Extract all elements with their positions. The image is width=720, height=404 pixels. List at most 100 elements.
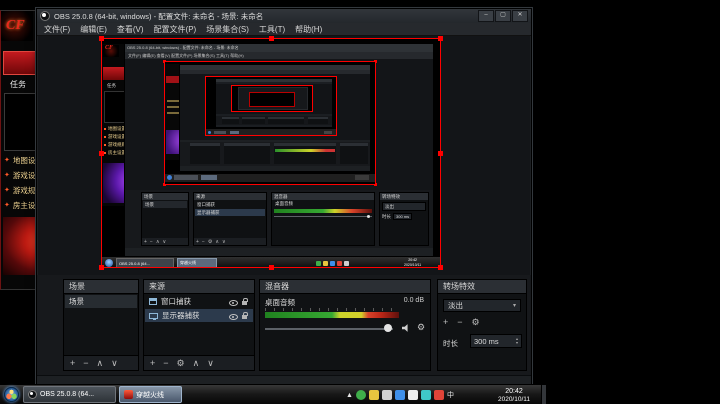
- remove-scene-button[interactable]: −: [83, 358, 88, 368]
- transition-select[interactable]: 淡出 ▾: [443, 299, 521, 312]
- obs-menubar: 文件(F) 编辑(E) 查看(V) 配置文件(P) 场景集合(S) 工具(T) …: [37, 23, 531, 36]
- sources-dock-header[interactable]: 来源: [144, 280, 254, 294]
- obs-titlebar[interactable]: OBS 25.0.8 (64-bit, windows) - 配置文件: 未命名…: [37, 9, 531, 23]
- spin-arrows-icon[interactable]: ▴ ▾: [516, 337, 518, 345]
- resize-handle[interactable]: [438, 151, 443, 156]
- speaker-icon[interactable]: [402, 324, 408, 332]
- obs-main-window: OBS 25.0.8 (64-bit, windows) - 配置文件: 未命名…: [36, 8, 532, 387]
- close-button[interactable]: ✕: [512, 10, 528, 22]
- source-up-button[interactable]: ∧: [193, 358, 200, 368]
- tray-security-icon[interactable]: [355, 390, 366, 400]
- scenes-toolbar: + − ∧ ∨: [64, 355, 138, 370]
- visibility-icon[interactable]: [229, 312, 238, 320]
- mixer-volume-slider-knob[interactable]: [384, 324, 392, 332]
- mixer-channel-label: 桌面音频: [265, 298, 295, 307]
- capture-game-menu: 地图设置: [104, 126, 126, 132]
- sources-toolbar: + − ⚙ ∧ ∨: [144, 355, 254, 370]
- capture-game-task-label: 任务: [107, 83, 116, 88]
- show-desktop-button[interactable]: [541, 385, 546, 404]
- remove-source-button[interactable]: −: [163, 358, 168, 368]
- source-properties-button[interactable]: ⚙: [177, 358, 185, 368]
- tray-network-icon[interactable]: [420, 390, 431, 400]
- capture-cf-logo: CF: [103, 45, 119, 57]
- source-display-capture[interactable]: 显示器捕获: [145, 309, 253, 322]
- transition-properties-button[interactable]: ⚙: [472, 317, 480, 328]
- source-window-capture[interactable]: 窗口捕获: [145, 295, 253, 308]
- resize-handle[interactable]: [269, 36, 274, 41]
- cf-logo-text: CF: [6, 18, 25, 33]
- cf-logo-icon: CF: [1, 11, 33, 41]
- menu-profile[interactable]: 配置文件(P): [154, 24, 197, 35]
- mixer-db-value: 0.0 dB: [403, 297, 424, 304]
- add-scene-button[interactable]: +: [70, 358, 75, 368]
- scene-down-button[interactable]: ∨: [111, 358, 118, 368]
- ime-language-icon[interactable]: 中: [447, 392, 454, 399]
- capture-obs-titlebar: OBS 25.0.8 (64-bit, windows) - 配置文件: 未命名…: [125, 44, 433, 52]
- transitions-dock-header[interactable]: 转场特效: [438, 280, 526, 294]
- resize-handle[interactable]: [99, 151, 104, 156]
- menu-view[interactable]: 查看(V): [117, 24, 144, 35]
- scene-list-item[interactable]: 场景: [65, 295, 137, 308]
- resize-handle[interactable]: [269, 265, 274, 270]
- add-transition-button[interactable]: +: [443, 317, 448, 328]
- window-capture-icon: [149, 298, 157, 305]
- flame-bullet-icon: ✦: [4, 172, 10, 179]
- scenes-dock-header[interactable]: 场景: [64, 280, 138, 294]
- mixer-volume-slider-track[interactable]: [265, 328, 393, 330]
- scene-up-button[interactable]: ∧: [97, 358, 104, 368]
- resize-handle[interactable]: [438, 36, 443, 41]
- windows-taskbar: OBS 25.0.8 (64... 穿越火线 ▲ 中 20:42 2020/10…: [0, 384, 546, 404]
- capture-selection-l5: [249, 92, 295, 107]
- visibility-icon[interactable]: [229, 298, 238, 306]
- capture-game-menu: 游戏设置: [104, 134, 126, 140]
- system-tray: ▲ 中: [346, 385, 454, 404]
- taskbar-button-crossfire[interactable]: 穿越火线: [119, 386, 182, 403]
- tray-antivirus-icon[interactable]: [433, 390, 444, 400]
- taskbar-button-obs[interactable]: OBS 25.0.8 (64...: [23, 386, 116, 403]
- captured-desktop-l1: CF 任务 地图设置 游戏设置 游戏规则 房主设置 OBS 25.0.8 (64…: [102, 39, 440, 267]
- menu-scene-collection[interactable]: 场景集合(S): [206, 24, 249, 35]
- sources-dock: 来源 窗口捕获 显示器捕获 + − ⚙ ∧ ∨: [143, 279, 255, 371]
- source-down-button[interactable]: ∨: [207, 358, 214, 368]
- captured-desktop-l2: [165, 62, 375, 184]
- menu-help[interactable]: 帮助(H): [295, 24, 322, 35]
- taskbar-clock[interactable]: 20:42 2020/10/11: [487, 386, 541, 404]
- captured-desktop-l3: [206, 77, 336, 135]
- obs-docks: 场景 场景 + − ∧ ∨ 来源 窗口捕获 显示器捕获 + − ⚙ ∧ ∨ 混音…: [37, 275, 531, 375]
- tray-display-icon[interactable]: [381, 390, 392, 400]
- mixer-dock: 混音器 桌面音频 0.0 dB ⚙: [259, 279, 431, 371]
- transitions-dock: 转场特效 淡出 ▾ + − ⚙ 时长 300 ms ▴ ▾: [437, 279, 527, 371]
- lock-icon[interactable]: [242, 311, 249, 320]
- menu-tools[interactable]: 工具(T): [259, 24, 285, 35]
- tray-volume-icon[interactable]: [407, 390, 418, 400]
- show-hidden-icons-arrow-icon[interactable]: ▲: [346, 392, 353, 399]
- capture-obs-preview: [125, 59, 433, 190]
- minimize-button[interactable]: –: [478, 10, 494, 22]
- add-source-button[interactable]: +: [150, 358, 155, 368]
- tray-messenger-icon[interactable]: [394, 390, 405, 400]
- obs-preview-area[interactable]: CF 任务 地图设置 游戏设置 游戏规则 房主设置 OBS 25.0.8 (64…: [38, 36, 530, 275]
- capture-start-orb: [105, 259, 113, 267]
- scenes-dock: 场景 场景 + − ∧ ∨: [63, 279, 139, 371]
- display-capture-selection[interactable]: CF 任务 地图设置 游戏设置 游戏规则 房主设置 OBS 25.0.8 (64…: [99, 36, 443, 270]
- mixer-gear-icon[interactable]: ⚙: [417, 322, 425, 333]
- menu-edit[interactable]: 编辑(E): [80, 24, 107, 35]
- transition-toolbar: + − ⚙: [443, 317, 480, 328]
- start-button[interactable]: [4, 387, 19, 402]
- maximize-button[interactable]: ▢: [495, 10, 511, 22]
- mixer-dock-header[interactable]: 混音器: [260, 280, 430, 294]
- duration-spinbox[interactable]: 300 ms ▴ ▾: [470, 334, 522, 348]
- tray-update-icon[interactable]: [368, 390, 379, 400]
- mixer-tick-scale: [265, 308, 399, 311]
- flame-bullet-icon: ✦: [4, 202, 10, 209]
- capture-selection-l3: [205, 76, 337, 136]
- capture-obs-docks: 场景 场景 + − ∧ ∨ 来源 窗口捕获 显示器捕获 + − ⚙ ∧ ∨ 混音…: [125, 190, 433, 248]
- remove-transition-button[interactable]: −: [457, 317, 462, 328]
- lock-icon[interactable]: [242, 297, 249, 306]
- resize-handle[interactable]: [99, 36, 104, 41]
- obs-app-icon: [40, 11, 50, 21]
- menu-file[interactable]: 文件(F): [44, 24, 70, 35]
- resize-handle[interactable]: [438, 265, 443, 270]
- desktop: CF 任务 ✦ 地图设置 ✦ 游戏设置 ✦ 游戏规则 ✦ 房主设置 OBS 25.0.8…: [0, 0, 720, 404]
- resize-handle[interactable]: [99, 265, 104, 270]
